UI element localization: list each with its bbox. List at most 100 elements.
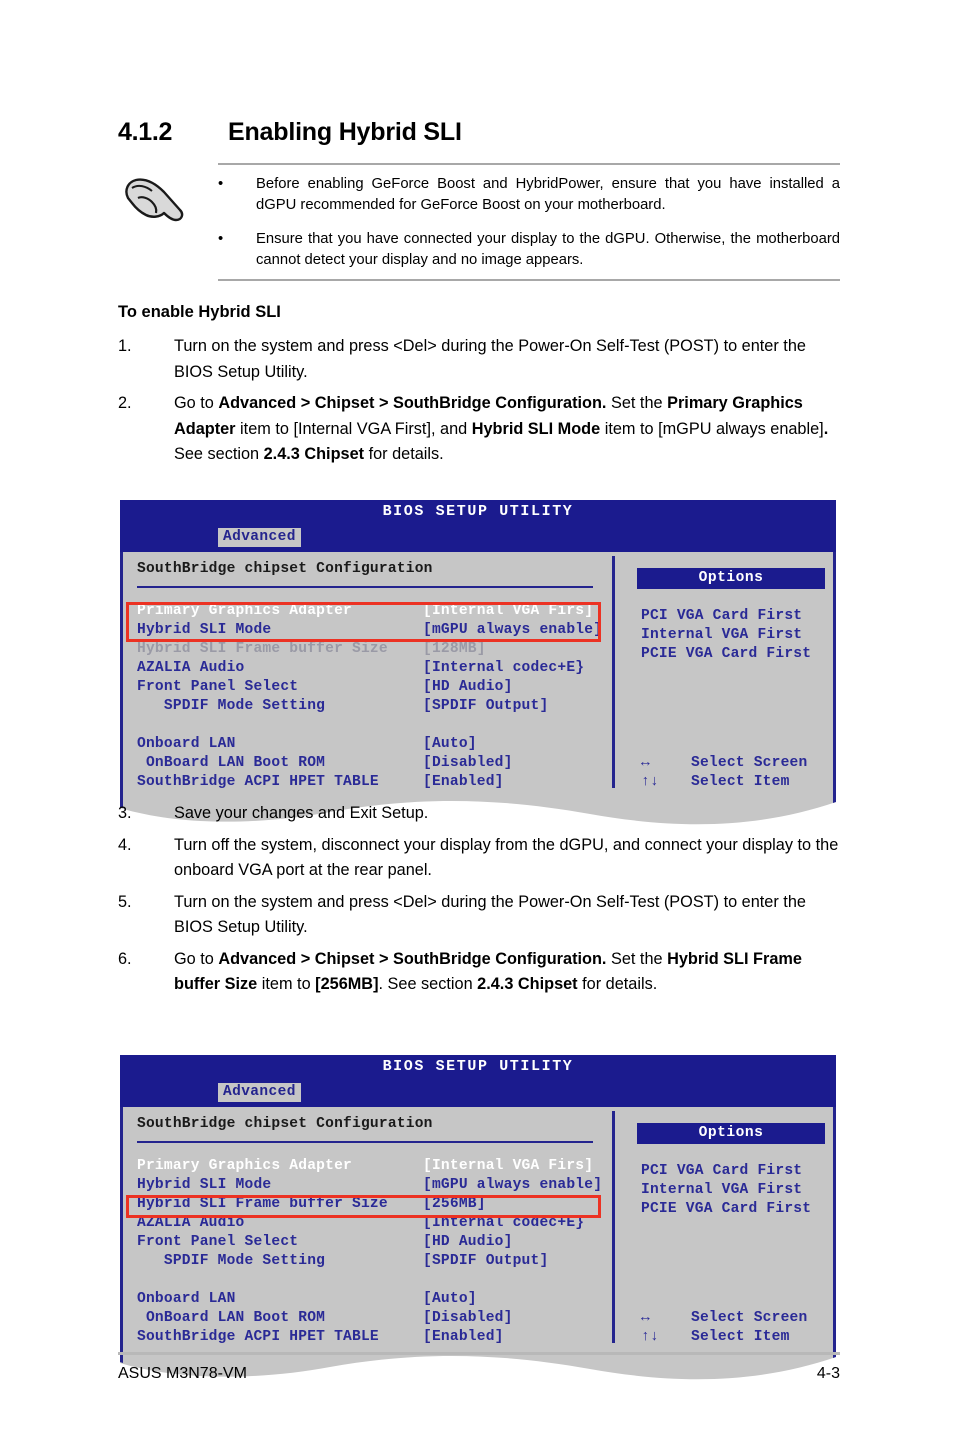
bios-setting-row[interactable]: Hybrid SLI Mode [mGPU always enable] — [137, 621, 629, 640]
bios-tab-bar: Advanced — [120, 1083, 836, 1103]
bios-options-list: PCI VGA Card First Internal VGA First PCIE… — [641, 607, 833, 665]
bios-setting-label: SPDIF Mode Setting — [137, 1253, 326, 1270]
bios-setting-row[interactable]: Onboard LAN [Auto] — [137, 1290, 629, 1309]
bios-key-legend-row: ↔ Select Screen — [641, 754, 841, 773]
bios-setting-row[interactable]: SouthBridge ACPI HPET TABLE [Enabled] — [137, 1328, 629, 1347]
step-text: Turn on the system and press <Del> durin… — [174, 892, 806, 937]
bios-setting-label: Onboard LAN — [137, 736, 236, 753]
bios-setting-value: [Enabled] — [423, 1329, 504, 1346]
manual-page: 4.1.2 Enabling Hybrid SLI • Before enabl… — [0, 0, 954, 1438]
bios-panel-divider — [612, 1111, 615, 1344]
bios-setting-row[interactable]: SPDIF Mode Setting [SPDIF Output] — [137, 697, 629, 716]
note-item-list: • Before enabling GeForce Boost and Hybr… — [218, 174, 840, 273]
bios-setting-value: [Disabled] — [423, 1310, 513, 1327]
bios-option-item[interactable]: PCIE VGA Card First — [641, 645, 833, 664]
bios-setting-row[interactable]: AZALIA Audio [Internal codec+E} — [137, 1214, 629, 1233]
bios-setting-row[interactable]: Primary Graphics Adapter [Internal VGA Fi… — [137, 602, 629, 621]
bios-setting-label: AZALIA Audio — [137, 660, 245, 677]
bios-setting-row[interactable]: Front Panel Select [HD Audio] — [137, 678, 629, 697]
bios-key-legend-row: ↑↓ Select Item — [641, 1328, 841, 1347]
bios-setting-row[interactable]: Hybrid SLI Mode [mGPU always enable] — [137, 1176, 629, 1195]
procedure-title: To enable Hybrid SLI — [118, 303, 281, 321]
bios-setting-label: Primary Graphics Adapter — [137, 603, 352, 620]
bios-setting-row[interactable]: Onboard LAN [Auto] — [137, 735, 629, 754]
bios-option-item[interactable]: Internal VGA First — [641, 1181, 833, 1200]
bios-setting-value: [mGPU always enable] — [423, 622, 603, 639]
bios-setting-label — [137, 1271, 423, 1290]
bios-settings-panel: SouthBridge chipset Configuration Primary… — [120, 552, 629, 793]
procedure-step: 5. Turn on the system and press <Del> dur… — [118, 890, 840, 941]
section-number: 4.1.2 — [118, 118, 173, 146]
footer-page-number: 4-3 — [816, 1365, 840, 1382]
bios-body: SouthBridge chipset Configuration Primary… — [120, 552, 836, 793]
tab-advanced[interactable]: Advanced — [218, 1083, 301, 1102]
up-down-arrow-icon: ↑↓ — [641, 774, 659, 791]
bios-row-spacer — [137, 716, 629, 735]
bios-setting-value: [Auto] — [423, 736, 477, 753]
procedure-step: 3. Save your changes and Exit Setup. — [118, 801, 840, 827]
bios-setting-label: Primary Graphics Adapter — [137, 1158, 352, 1175]
bios-setting-row[interactable]: SPDIF Mode Setting [SPDIF Output] — [137, 1252, 629, 1271]
procedure-step: 2. Go to Advanced > Chipset > SouthBridge… — [118, 391, 840, 468]
bios-setting-row[interactable]: Hybrid SLI Frame buffer Size [256MB] — [137, 1195, 629, 1214]
bios-setting-label: Front Panel Select — [137, 679, 299, 696]
step-text: Turn on the system and press <Del> durin… — [174, 337, 806, 381]
bios-setting-value: [SPDIF Output] — [423, 698, 549, 715]
bios-screen-1: BIOS SETUP UTILITY Advanced SouthBridge ch… — [120, 500, 836, 834]
up-down-arrow-icon: ↑↓ — [641, 1329, 659, 1346]
bios-setting-value: [Internal codec+E} — [423, 1215, 585, 1232]
note-item: • Before enabling GeForce Boost and Hybr… — [218, 174, 840, 216]
bios-setting-value: [SPDIF Output] — [423, 1253, 549, 1270]
bios-option-item[interactable]: PCIE VGA Card First — [641, 1200, 833, 1219]
procedure-steps-first: 1. Turn on the system and press <Del> dur… — [118, 334, 840, 474]
bios-setting-row[interactable]: Primary Graphics Adapter [Internal VGA Fi… — [137, 1157, 629, 1176]
bios-setting-value: [128MB] — [423, 641, 486, 658]
step-text: Turn off the system, disconnect your dis… — [174, 835, 839, 880]
bios-setting-value: [Disabled] — [423, 755, 513, 772]
bios-key-legend: ↔ Select Screen ↑↓ Select Item — [641, 1309, 841, 1347]
bios-setting-label: AZALIA Audio — [137, 1215, 245, 1232]
bios-setting-label: SouthBridge ACPI HPET TABLE — [137, 1329, 379, 1346]
bios-option-item[interactable]: Internal VGA First — [641, 626, 833, 645]
note-item: • Ensure that you have connected your di… — [218, 229, 840, 271]
bios-key-legend-label: Select Item — [691, 1329, 790, 1346]
procedure-step: 4. Turn off the system, disconnect your d… — [118, 833, 840, 884]
bios-screen-2: BIOS SETUP UTILITY Advanced SouthBridge ch… — [120, 1055, 836, 1389]
bios-setting-label: Hybrid SLI Frame buffer Size — [137, 1196, 388, 1213]
bios-setting-row[interactable]: Hybrid SLI Frame buffer Size [128MB] — [137, 640, 629, 659]
bios-setting-row[interactable]: SouthBridge ACPI HPET TABLE [Enabled] — [137, 773, 629, 792]
bios-setting-row[interactable]: OnBoard LAN Boot ROM [Disabled] — [137, 754, 629, 773]
bios-key-legend-label: Select Screen — [691, 755, 808, 772]
bios-tab-bar: Advanced — [120, 528, 836, 548]
step-text: Go to Advanced > Chipset > SouthBridge C… — [174, 394, 829, 463]
bios-setting-label: OnBoard LAN Boot ROM — [137, 1310, 326, 1327]
bios-setting-label: SPDIF Mode Setting — [137, 698, 326, 715]
bios-options-title: Options — [637, 568, 825, 589]
bios-setting-label: SouthBridge ACPI HPET TABLE — [137, 774, 379, 791]
bios-setting-row[interactable]: OnBoard LAN Boot ROM [Disabled] — [137, 1309, 629, 1328]
bios-setting-row[interactable]: AZALIA Audio [Internal codec+E} — [137, 659, 629, 678]
tab-advanced[interactable]: Advanced — [218, 528, 301, 547]
bios-settings-rows: Primary Graphics Adapter [Internal VGA Fi… — [126, 602, 629, 792]
bios-panel-header: SouthBridge chipset Configuration — [137, 1116, 433, 1132]
bios-panel-header: SouthBridge chipset Configuration — [137, 561, 433, 577]
note-bottom-rule — [218, 279, 840, 281]
bios-setting-value: [Enabled] — [423, 774, 504, 791]
note-item-text: Ensure that you have connected your disp… — [256, 231, 840, 268]
note-box: • Before enabling GeForce Boost and Hybr… — [118, 163, 840, 281]
bios-option-item[interactable]: PCI VGA Card First — [641, 607, 833, 626]
bios-utility-title: BIOS SETUP UTILITY — [382, 1058, 574, 1075]
bios-setting-label: Hybrid SLI Frame buffer Size — [137, 641, 388, 658]
page-title: 4.1.2 Enabling Hybrid SLI — [118, 118, 838, 147]
step-text: Save your changes and Exit Setup. — [174, 804, 429, 822]
step-number: 1. — [118, 337, 132, 355]
step-number: 2. — [118, 394, 132, 412]
bios-setting-row[interactable]: Front Panel Select [HD Audio] — [137, 1233, 629, 1252]
bios-setting-value: [Internal VGA Firs] — [423, 1158, 594, 1175]
bios-setting-value: [Internal VGA Firs] — [423, 603, 594, 620]
bios-panel-rule — [137, 586, 593, 589]
bios-key-legend: ↔ Select Screen ↑↓ Select Item — [641, 754, 841, 792]
note-item-text: Before enabling GeForce Boost and Hybrid… — [256, 176, 840, 213]
bios-option-item[interactable]: PCI VGA Card First — [641, 1162, 833, 1181]
bios-setting-label: Hybrid SLI Mode — [137, 622, 272, 639]
